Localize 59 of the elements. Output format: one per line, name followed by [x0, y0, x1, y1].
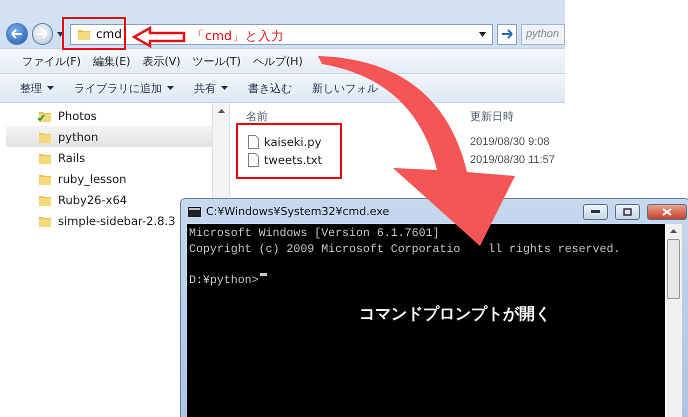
caret-icon	[167, 86, 174, 90]
maximize-button[interactable]	[615, 204, 640, 220]
console-icon	[188, 206, 201, 216]
scrollbar[interactable]	[212, 103, 230, 201]
date-text: 2019/08/30 9:08	[470, 136, 551, 148]
nav-tree-item[interactable]: python	[6, 126, 212, 147]
scrollbar[interactable]	[665, 224, 682, 417]
right-arrow-icon	[501, 29, 514, 39]
close-icon	[662, 208, 672, 216]
close-button[interactable]	[647, 204, 687, 220]
caret-icon	[47, 86, 54, 90]
nav-tree-item[interactable]: Photos	[6, 105, 103, 126]
text-cursor	[260, 272, 267, 276]
menu-item[interactable]: ツール(T)	[192, 54, 241, 68]
file-icon	[248, 135, 259, 149]
caret-icon	[221, 86, 228, 90]
folder-icon	[76, 27, 91, 41]
caret-icon[interactable]	[479, 32, 486, 36]
nav-tree-item[interactable]: simple-sidebar-2.8.3	[6, 210, 182, 231]
up-arrow-icon	[670, 229, 677, 233]
menu-item[interactable]: 表示(V)	[142, 54, 181, 68]
console-text: ll rights reserved.	[488, 242, 620, 257]
minimize-icon	[591, 210, 600, 213]
nav-tree-item[interactable]: Rails	[6, 147, 92, 168]
minimize-button[interactable]	[583, 204, 608, 220]
console-text: Copyright (c) 2009 Microsoft Corporatio	[189, 242, 460, 257]
menu-item[interactable]: ヘルプ(H)	[252, 54, 303, 68]
window-title: C:¥Windows¥System32¥cmd.exe	[206, 205, 390, 218]
menu-item[interactable]: ファイル(F)	[22, 54, 81, 68]
file-item[interactable]: kaiseki.py	[246, 135, 470, 149]
up-arrow-icon	[218, 109, 224, 113]
forward-arrow-icon	[36, 29, 48, 39]
toolbar-button[interactable]: 整理	[20, 80, 54, 96]
forward-button[interactable]	[32, 23, 54, 45]
console-text: Microsoft Windows [Version 6.1.7601]	[189, 226, 440, 242]
toolbar-button[interactable]: 共有	[194, 80, 228, 96]
back-button[interactable]	[6, 23, 28, 45]
menu-item[interactable]: 編集(E)	[92, 54, 130, 68]
go-button[interactable]	[497, 24, 518, 44]
hollow-arrow-icon	[132, 26, 186, 48]
search-field[interactable]: python	[521, 24, 566, 44]
toolbar-button[interactable]: 書き込む	[248, 80, 292, 96]
file-icon	[248, 153, 259, 167]
scrollbar-thumb[interactable]	[667, 239, 680, 299]
caret-icon[interactable]	[57, 32, 64, 36]
highlight-frame	[62, 17, 126, 50]
maximize-icon	[623, 208, 632, 216]
file-item[interactable]: tweets.txt	[246, 153, 470, 167]
back-arrow-icon	[10, 29, 23, 39]
nav-tree-item[interactable]: ruby_lesson	[6, 168, 132, 189]
column-header[interactable]: 更新日時	[470, 108, 565, 124]
console-text: D:¥python>	[189, 272, 259, 288]
annotation-text: 「cmd」と入力	[192, 28, 284, 45]
toolbar-button[interactable]: 新しいフォル	[312, 80, 378, 96]
caption-text: コマンドプロンプトが開く	[359, 304, 551, 325]
column-header[interactable]: 名前	[246, 108, 470, 124]
date-text: 2019/08/30 11:57	[470, 154, 556, 166]
nav-tree-item[interactable]: Ruby26-x64	[6, 189, 134, 210]
toolbar-button[interactable]: ライブラリに追加	[74, 80, 174, 96]
